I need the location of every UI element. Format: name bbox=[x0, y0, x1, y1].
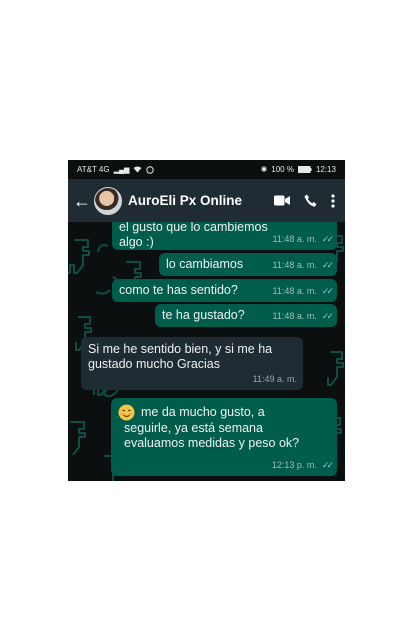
whatsapp-notification-icon bbox=[146, 165, 155, 174]
bluetooth-icon: ✱ bbox=[260, 165, 268, 174]
more-options-icon[interactable] bbox=[331, 193, 335, 208]
message-meta: 11:48 a. m. ✓✓ bbox=[272, 258, 334, 273]
message-meta: 11:48 a. m. ✓✓ bbox=[272, 309, 334, 324]
contact-name[interactable]: AuroEli Px Online bbox=[128, 193, 242, 208]
read-receipt-icon: ✓✓ bbox=[321, 234, 334, 244]
message-bubble-outgoing[interactable]: te ha gustado? 11:48 a. m. ✓✓ bbox=[155, 304, 337, 327]
message-text: me da mucho gusto, a bbox=[141, 405, 265, 419]
message-time: 11:48 a. m. bbox=[272, 311, 317, 321]
read-receipt-icon: ✓✓ bbox=[321, 260, 334, 270]
chat-header: ← AuroEli Px Online bbox=[68, 179, 345, 222]
signal-icon: ▂▄▆ bbox=[113, 166, 130, 174]
video-call-icon[interactable] bbox=[274, 195, 290, 206]
message-meta: 11:48 a. m. ✓✓ bbox=[272, 232, 334, 247]
status-bar: AT&T 4G ▂▄▆ ✱ 100 % 12:13 bbox=[68, 160, 345, 179]
phone-call-icon[interactable] bbox=[304, 194, 317, 207]
message-text: evaluamos medidas y peso ok? bbox=[124, 436, 300, 450]
message-text: seguirle, ya está semana bbox=[124, 421, 263, 435]
message-time: 12:13 p. m. bbox=[271, 460, 317, 470]
message-bubble-incoming[interactable]: Si me he sentido bien, y si me ha gustad… bbox=[81, 337, 303, 390]
carrier-label: AT&T 4G bbox=[77, 165, 110, 174]
battery-percent: 100 % bbox=[271, 165, 294, 174]
phone-screen: AT&T 4G ▂▄▆ ✱ 100 % 12:13 ← AuroEli Px O… bbox=[68, 160, 345, 481]
read-receipt-icon: ✓✓ bbox=[321, 311, 334, 321]
message-bubble-outgoing[interactable]: el gusto que lo cambiemos algo :) 11:48 … bbox=[112, 222, 337, 250]
message-time: 11:48 a. m. bbox=[272, 260, 317, 270]
battery-icon bbox=[297, 166, 312, 173]
message-text: gustado mucho Gracias bbox=[88, 357, 221, 371]
message-time: 11:49 a. m. bbox=[252, 374, 297, 384]
clock: 12:13 bbox=[315, 165, 336, 174]
chat-area[interactable]: el gusto que lo cambiemos algo :) 11:48 … bbox=[68, 222, 345, 481]
message-meta: 11:49 a. m. bbox=[253, 372, 297, 387]
message-time: 11:48 a. m. bbox=[272, 286, 317, 296]
wifi-icon bbox=[133, 166, 142, 173]
message-text: Si me he sentido bien, y si me ha bbox=[88, 342, 273, 356]
back-arrow-icon[interactable]: ← bbox=[72, 192, 92, 210]
smiling-face-emoji-icon bbox=[118, 404, 135, 421]
message-bubble-outgoing[interactable]: como te has sentido? 11:48 a. m. ✓✓ bbox=[112, 279, 337, 302]
message-time: 11:48 a. m. bbox=[272, 234, 317, 244]
message-bubble-outgoing[interactable]: lo cambiamos 11:48 a. m. ✓✓ bbox=[159, 253, 337, 276]
read-receipt-icon: ✓✓ bbox=[321, 460, 334, 470]
read-receipt-icon: ✓✓ bbox=[321, 286, 334, 296]
message-meta: 12:13 p. m. ✓✓ bbox=[271, 458, 334, 473]
contact-avatar[interactable] bbox=[94, 186, 122, 215]
message-meta: 11:48 a. m. ✓✓ bbox=[272, 284, 334, 299]
message-bubble-outgoing[interactable]: me da mucho gusto, a seguirle, ya está s… bbox=[111, 398, 337, 476]
